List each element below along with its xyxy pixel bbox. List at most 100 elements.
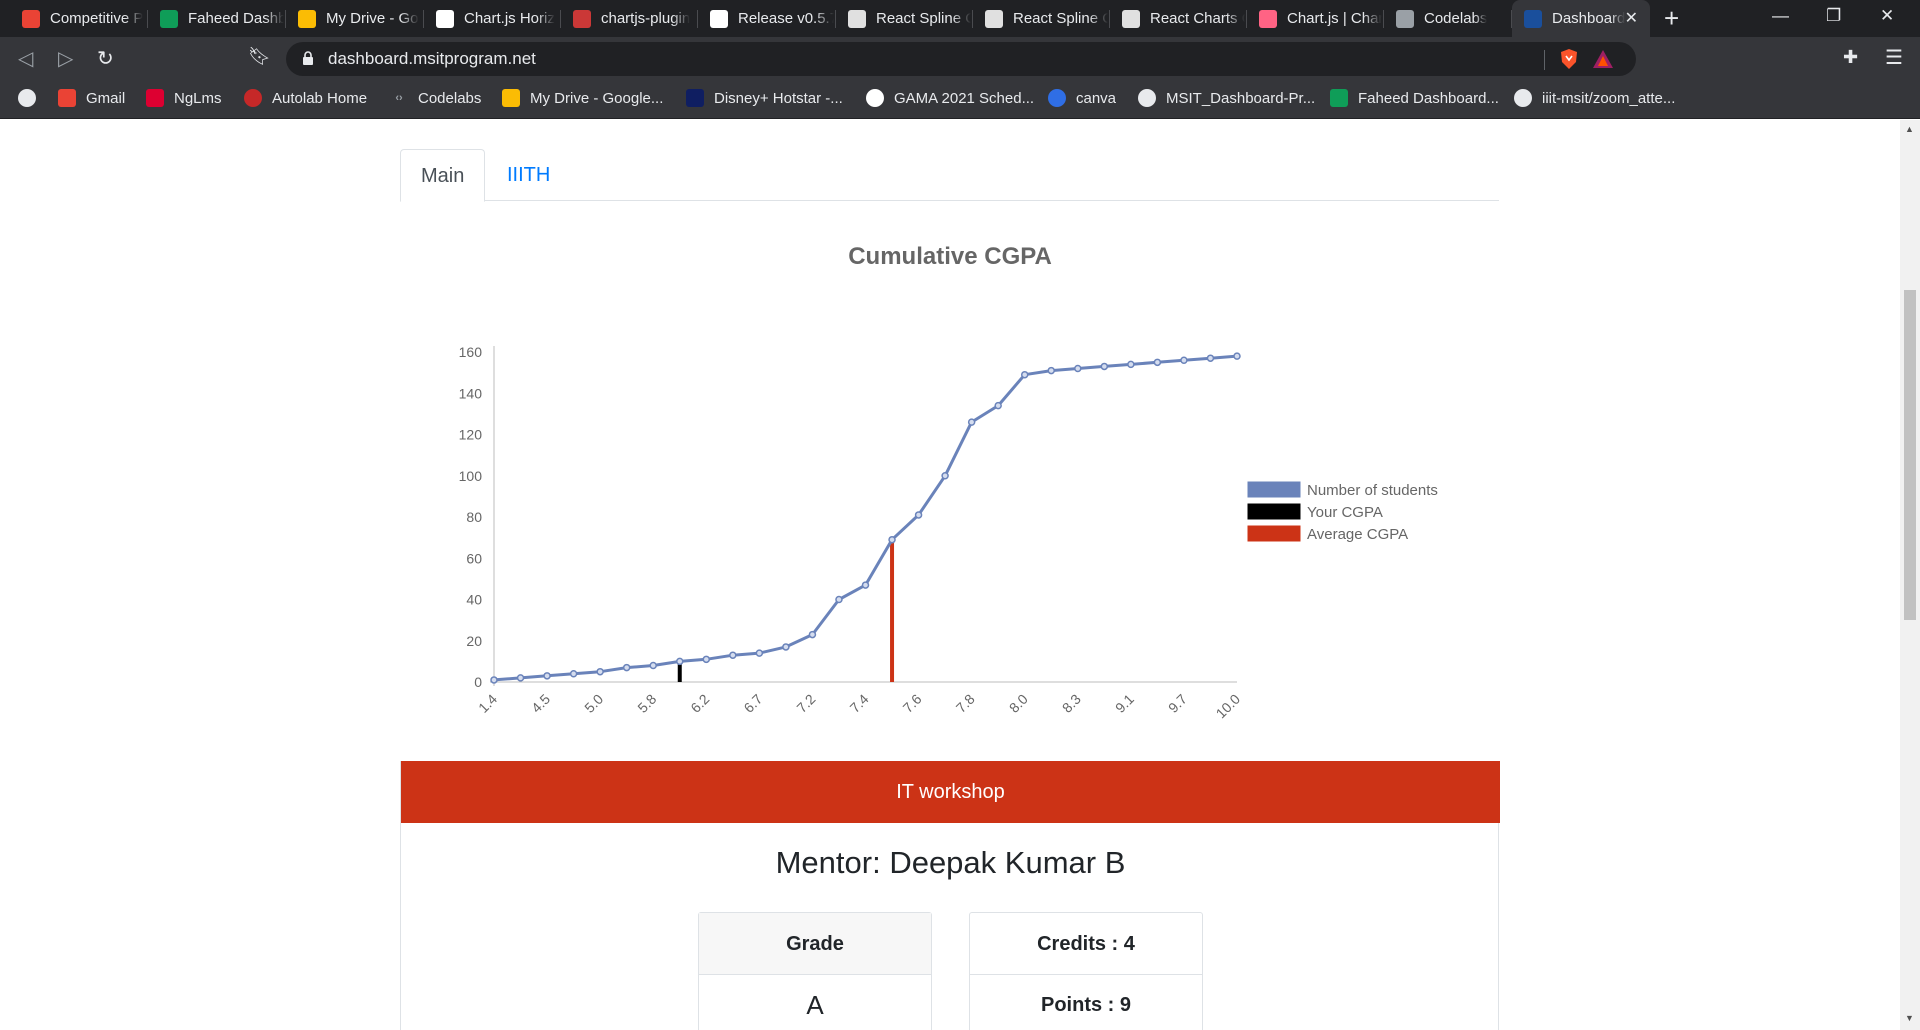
bookmark-item[interactable] [18, 89, 46, 107]
browser-tab[interactable]: Chart.js Horiz [424, 0, 561, 37]
extensions-icon[interactable]: ✚ [1843, 47, 1858, 68]
back-icon[interactable]: ◁ [18, 46, 33, 71]
close-window-button[interactable]: ✕ [1880, 6, 1894, 26]
url-text[interactable]: dashboard.msitprogram.net [328, 49, 536, 69]
data-point [1074, 364, 1082, 373]
reload-icon[interactable]: ↻ [97, 46, 114, 71]
browser-tab-label: React Spline C [876, 10, 971, 27]
y-tick-label: 0 [474, 674, 482, 690]
data-point [1047, 366, 1055, 375]
bookmark-label: Codelabs [418, 89, 482, 107]
omnibox-divider [1544, 50, 1545, 70]
browser-tab[interactable]: React Spline C [836, 0, 973, 37]
bookmark-label: Gmail [86, 89, 126, 107]
x-tick-label: 6.2 [687, 691, 712, 716]
browser-tab-label: Release v0.5.7 [738, 10, 834, 27]
sheets-icon [1330, 89, 1348, 107]
series-line [493, 354, 1238, 682]
page-scrollbar[interactable]: ▲ ▼ [1900, 120, 1920, 1030]
browser-tab[interactable]: Release v0.5.7 [698, 0, 836, 37]
chart-title: Cumulative CGPA [848, 243, 1052, 270]
bookmark-item[interactable]: My Drive - Google... [502, 89, 663, 107]
bookmark-item[interactable]: iiit-msit/zoom_atte... [1514, 89, 1675, 107]
browser-tab[interactable]: Codelabs [1384, 0, 1512, 37]
bookmark-item[interactable]: Autolab Home [244, 89, 367, 107]
apps-icon [18, 89, 36, 107]
msit-icon [1524, 9, 1542, 28]
browser-tab[interactable]: React Spline C [973, 0, 1110, 37]
bookmarks-bar: Gmail NgLms Autolab Home ‹› Codelabs My Drive… [0, 81, 1920, 119]
bookmark-icon[interactable]: 🔖︎ [248, 46, 271, 67]
bookmark-label: Disney+ Hotstar -... [714, 89, 843, 107]
bookmark-item[interactable]: NgLms [146, 89, 222, 107]
x-tick-label: 7.6 [900, 691, 925, 716]
bookmark-item[interactable]: ‹› Codelabs [390, 89, 481, 107]
data-point [914, 511, 923, 519]
x-tick-label: 7.8 [953, 691, 978, 716]
brave-rewards-icon[interactable] [1592, 49, 1614, 69]
bookmark-item[interactable]: Faheed Dashboard... [1330, 89, 1499, 107]
browser-tab-strip: Competitive P Faheed Dashb My Drive - Go Ch… [0, 0, 1920, 37]
grade-value: A [806, 990, 824, 1020]
browser-tab[interactable]: My Drive - Go [286, 0, 424, 37]
github-icon [1138, 89, 1156, 107]
tab-iiith[interactable]: IIITH [487, 149, 570, 201]
bookmark-item[interactable]: canva [1048, 89, 1116, 107]
x-tick-label: 8.3 [1059, 691, 1084, 716]
brave-shields-icon[interactable] [1558, 48, 1580, 70]
x-tick-label: 9.1 [1112, 691, 1137, 716]
bookmark-label: canva [1076, 89, 1117, 107]
browser-tab[interactable]: Chart.js | Char [1247, 0, 1384, 37]
bookmark-item[interactable]: GAMA 2021 Sched... [866, 89, 1034, 107]
new-tab-button[interactable]: + [1664, 4, 1679, 32]
restore-button[interactable]: ❐ [1826, 6, 1841, 26]
gmail-icon [58, 89, 76, 107]
bookmark-item[interactable]: Gmail [58, 89, 125, 107]
address-bar[interactable]: dashboard.msitprogram.net [286, 42, 1636, 76]
browser-tab[interactable]: React Charts C [1110, 0, 1247, 37]
data-point [1233, 352, 1241, 360]
x-tick-label: 7.4 [847, 691, 872, 716]
scroll-down-icon[interactable]: ▼ [1905, 1013, 1914, 1023]
data-point [702, 655, 711, 664]
data-point [729, 651, 737, 659]
data-point [782, 643, 790, 651]
react-charts-icon [985, 9, 1003, 28]
browser-tab[interactable]: Competitive P [10, 0, 148, 37]
bookmark-label: iiit-msit/zoom_atte... [1542, 89, 1676, 107]
y-tick-label: 40 [466, 592, 482, 608]
browser-tab-label: Dashboard [1552, 10, 1626, 27]
browser-tab[interactable]: Faheed Dashb [148, 0, 286, 37]
tab-main[interactable]: Main [400, 149, 486, 202]
browser-tab-label: chartjs-plugin [601, 10, 691, 27]
hotstar-icon [686, 89, 704, 107]
data-point [1127, 360, 1135, 369]
scroll-up-icon[interactable]: ▲ [1905, 124, 1914, 134]
credits-card: Credits : 4 Points : 9 [969, 912, 1203, 1030]
canva-icon [1048, 89, 1066, 107]
mentor-name: Mentor: Deepak Kumar B [775, 845, 1126, 880]
browser-tab[interactable]: Dashboard ✕ [1512, 0, 1650, 37]
close-tab-icon[interactable]: ✕ [1625, 8, 1638, 28]
lock-icon [303, 51, 313, 65]
forward-icon[interactable]: ▷ [58, 46, 73, 71]
browser-tab[interactable]: chartjs-plugin [561, 0, 698, 37]
scroll-thumb[interactable] [1904, 290, 1916, 620]
legend-swatch [1247, 503, 1301, 520]
bookmark-item[interactable]: MSIT_Dashboard-Pr... [1138, 89, 1315, 107]
data-point [994, 401, 1002, 410]
y-tick-label: 80 [466, 509, 482, 525]
cgpa-chart: Cumulative CGPA 0 20 40 60 80 100 120 140 160 1.… [459, 243, 1438, 721]
browser-toolbar: ◁ ▷ ↻ 🔖︎ dashboard.msitprogram.net ✚ ☰ [0, 37, 1920, 81]
bookmark-item[interactable]: Disney+ Hotstar -... [686, 89, 843, 107]
minimize-button[interactable]: — [1772, 6, 1789, 26]
bookmark-label: NgLms [174, 89, 222, 107]
data-point [649, 661, 657, 670]
bookmark-label: GAMA 2021 Sched... [894, 89, 1035, 107]
browser-menu-icon[interactable]: ☰ [1885, 45, 1903, 70]
x-tick-label: 4.5 [528, 691, 553, 716]
y-tick-label: 140 [459, 385, 483, 401]
x-tick-label: 6.7 [740, 691, 765, 716]
series-number-of-students [490, 352, 1241, 684]
x-tick-label: 5.8 [634, 691, 659, 716]
